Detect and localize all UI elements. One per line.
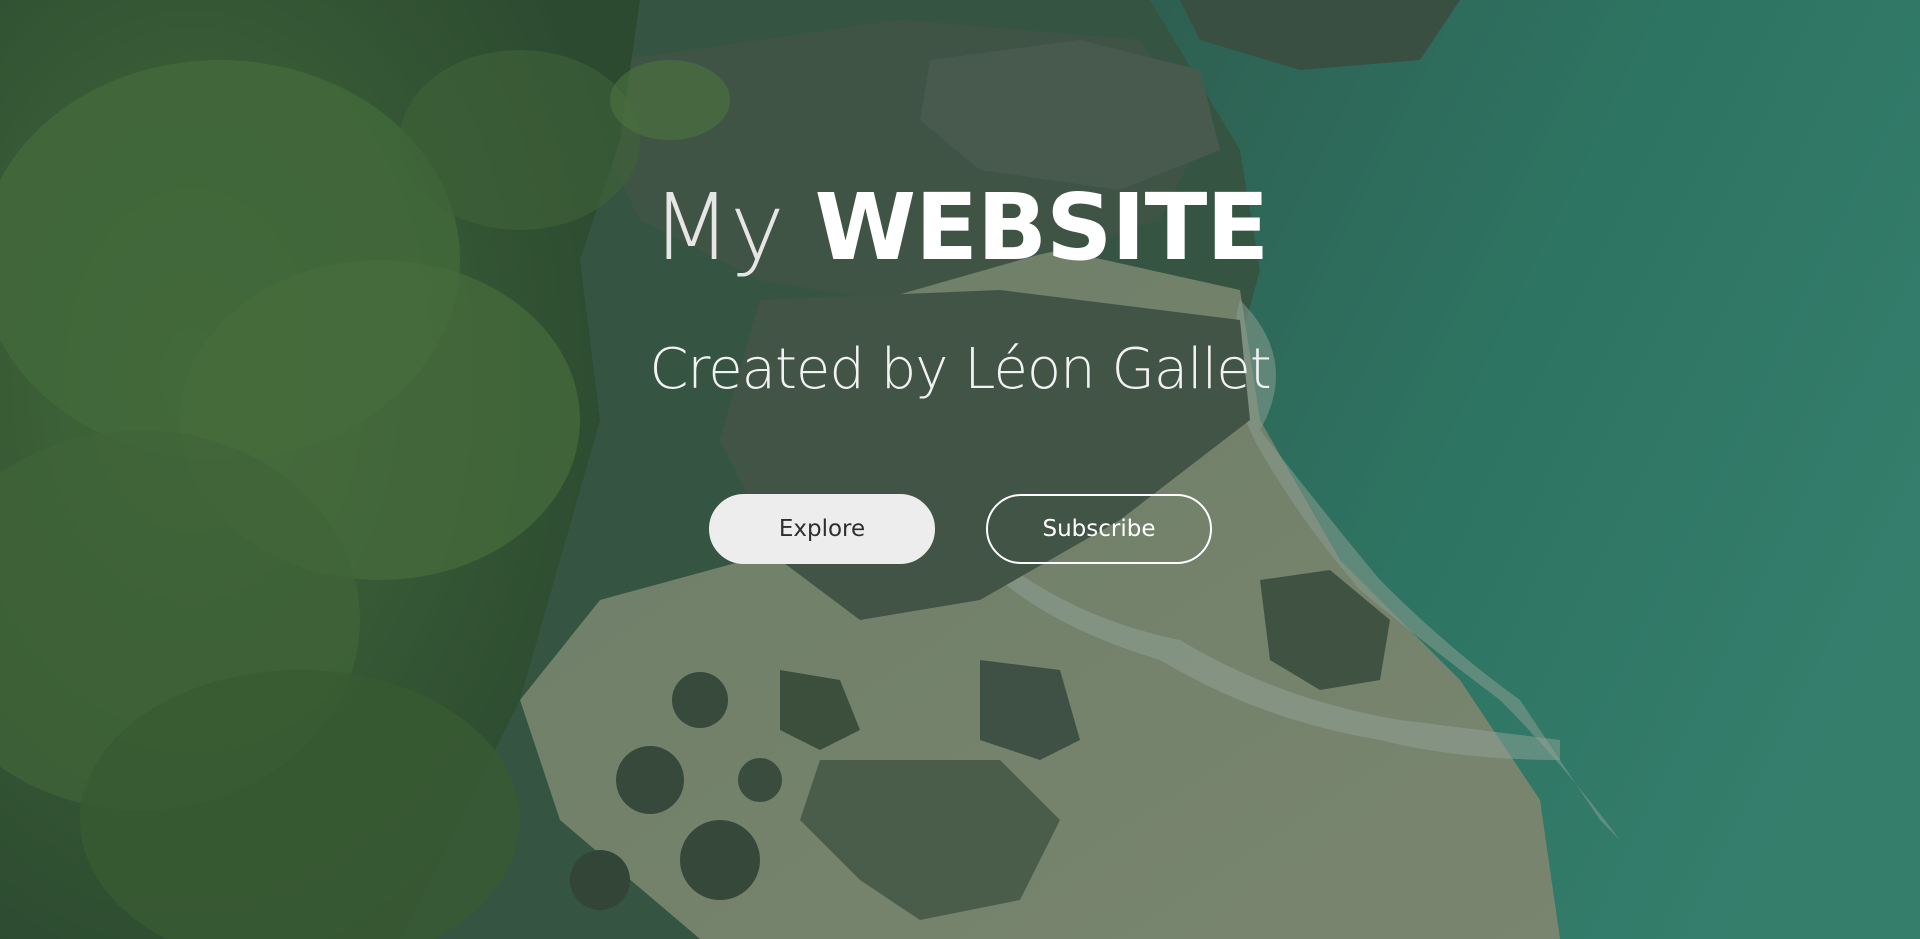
site-subtitle: Created by Léon Gallet [649,337,1271,402]
site-title-light: My [651,174,785,281]
explore-button[interactable]: Explore [709,494,935,564]
site-title-bold: WEBSITE [814,174,1270,281]
site-title: My WEBSITE [0,168,1920,288]
hero-content: My WEBSITE Created by Léon Gallet Explor… [0,0,1920,939]
hero-section: My WEBSITE Created by Léon Gallet Explor… [0,0,1920,939]
subscribe-button[interactable]: Subscribe [986,494,1212,564]
